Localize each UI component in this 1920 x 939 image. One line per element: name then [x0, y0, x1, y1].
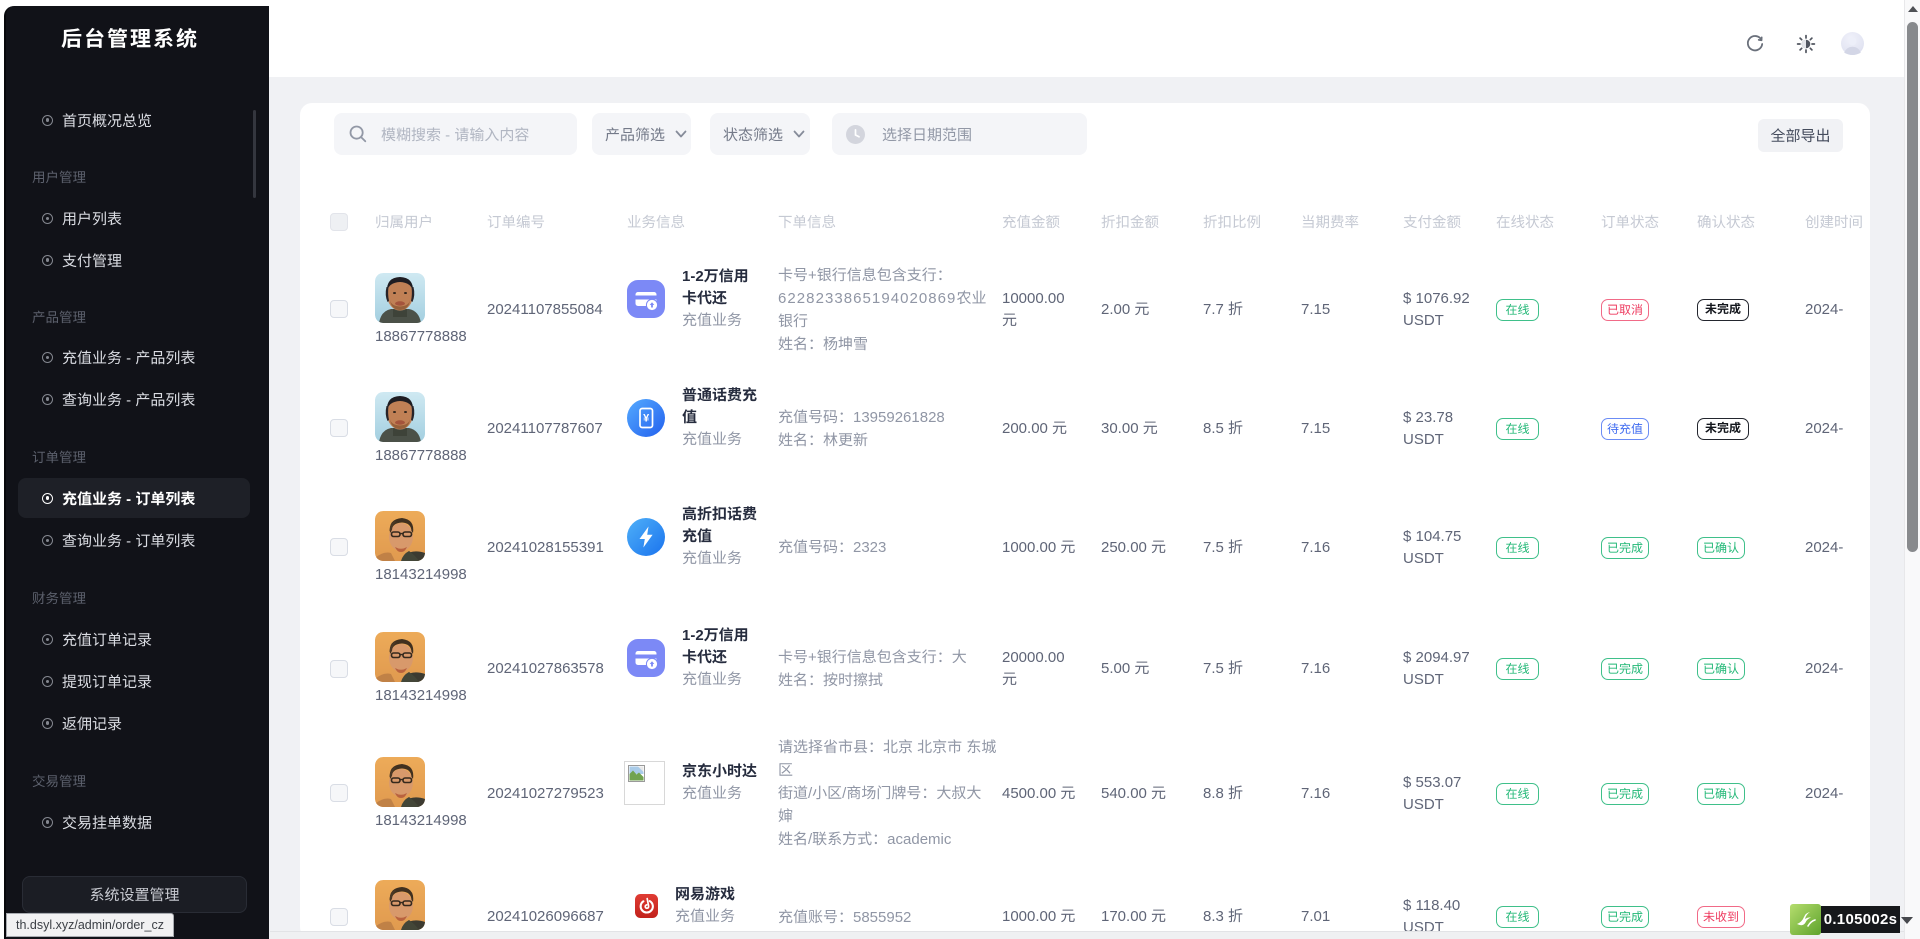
svg-text:¥: ¥ — [643, 412, 650, 424]
